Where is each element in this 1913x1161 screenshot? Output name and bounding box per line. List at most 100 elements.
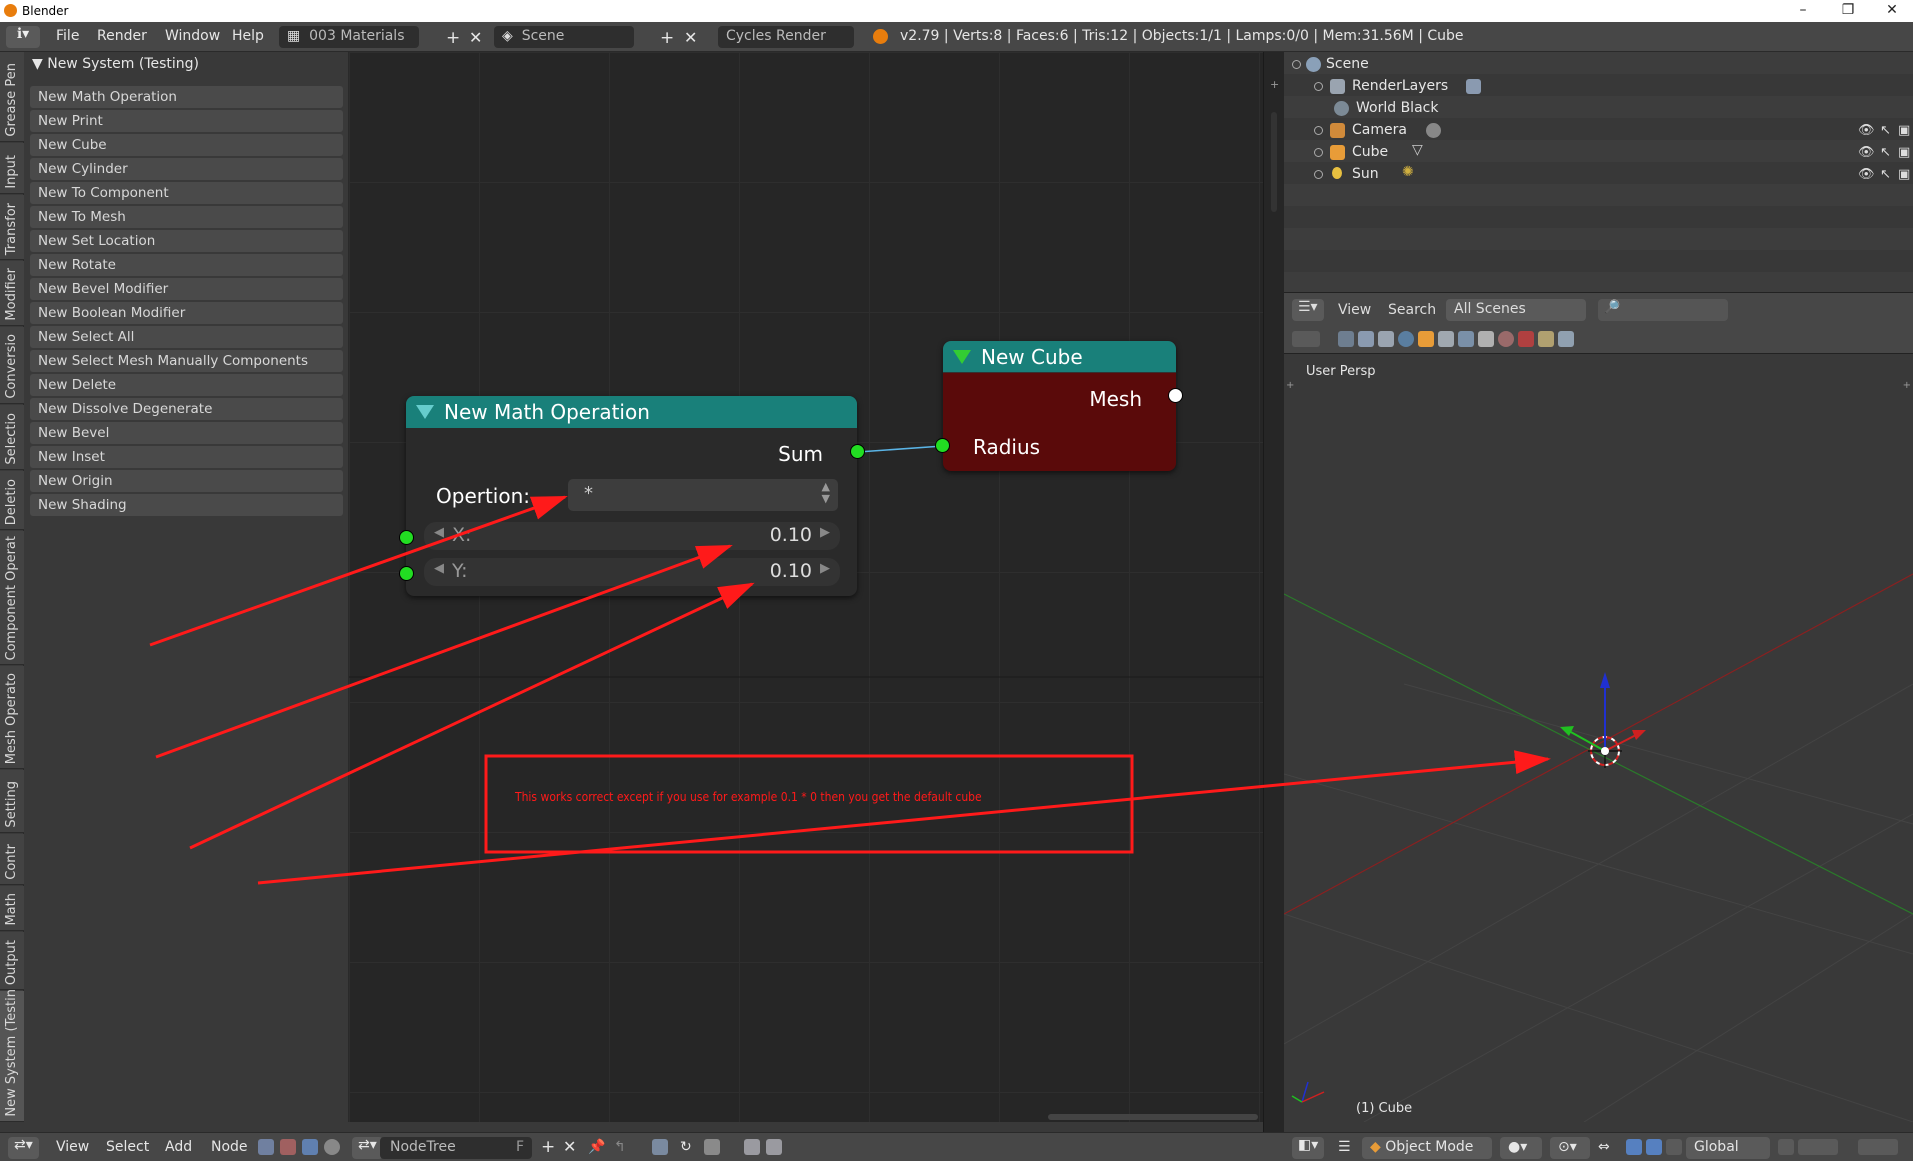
cube-node-header[interactable]: New Cube: [943, 341, 1176, 373]
tool-button[interactable]: New Math Operation: [30, 86, 343, 108]
snap-icon[interactable]: [704, 1139, 720, 1155]
outliner-display-mode[interactable]: All Scenes: [1446, 299, 1586, 321]
layer-grid-icon[interactable]: [1798, 1139, 1838, 1155]
layers-icon[interactable]: [1778, 1139, 1794, 1155]
interaction-mode-selector[interactable]: ◆ Object Mode: [1362, 1137, 1492, 1159]
editor-type-outliner-icon[interactable]: ☰▾: [1292, 299, 1324, 321]
node-tree-name-field[interactable]: NodeTree F: [380, 1137, 532, 1159]
scene-selector[interactable]: ◈ Scene: [494, 26, 634, 48]
node-menu-add[interactable]: Add: [165, 1139, 192, 1155]
render-camera-icon[interactable]: ▣: [1898, 167, 1910, 182]
custom-nodes-icon[interactable]: [324, 1139, 340, 1155]
y-input-socket[interactable]: [399, 566, 414, 581]
node-menu-select[interactable]: Select: [106, 1139, 149, 1155]
new-node-tree-icon[interactable]: +: [541, 1137, 555, 1157]
backdrop-icon[interactable]: [652, 1139, 668, 1155]
menu-window[interactable]: Window: [165, 28, 220, 44]
go-to-parent-icon[interactable]: ↰: [614, 1139, 626, 1155]
tool-button[interactable]: New To Component: [30, 182, 343, 204]
pivot-point-selector[interactable]: ⊙▾: [1550, 1137, 1590, 1159]
eye-icon[interactable]: 👁: [1858, 167, 1875, 182]
tab-deletion[interactable]: Deletio: [0, 471, 24, 530]
tab-input[interactable]: Input: [0, 143, 24, 194]
editor-type-info-icon[interactable]: ℹ▾: [6, 26, 40, 48]
texture-nodes-icon[interactable]: [280, 1139, 296, 1155]
menu-help[interactable]: Help: [232, 28, 264, 44]
tab-mesh-operators[interactable]: Mesh Operato: [0, 666, 24, 769]
expand-icon[interactable]: [1292, 60, 1301, 69]
editor-type-properties-icon[interactable]: [1292, 331, 1320, 347]
constraints-tab-icon[interactable]: [1438, 331, 1454, 347]
screen-layout-selector[interactable]: ▦ 003 Materials: [279, 26, 419, 48]
x-value-field[interactable]: ◀ X: 0.10 ▶: [424, 522, 840, 550]
editor-type-3d-view-icon[interactable]: ◧▾: [1292, 1137, 1325, 1159]
menu-render[interactable]: Render: [97, 28, 147, 44]
render-tab-icon[interactable]: [1338, 331, 1354, 347]
select-arrow-icon[interactable]: ↖: [1880, 145, 1891, 160]
outliner-row-world[interactable]: World Black: [1284, 98, 1913, 120]
paste-nodes-icon[interactable]: [766, 1139, 782, 1155]
panel-header[interactable]: ▼ New System (Testing): [32, 56, 199, 72]
tool-button[interactable]: New Bevel: [30, 422, 343, 444]
outliner-search-field[interactable]: 🔎: [1598, 299, 1728, 321]
tool-button[interactable]: New To Mesh: [30, 206, 343, 228]
scale-manipulator-icon[interactable]: [1666, 1139, 1682, 1155]
add-screen-icon[interactable]: +: [446, 28, 460, 48]
tool-button[interactable]: New Bevel Modifier: [30, 278, 343, 300]
y-value-field[interactable]: ◀ Y: 0.10 ▶: [424, 558, 840, 586]
physics-tab-icon[interactable]: [1558, 331, 1574, 347]
pin-icon[interactable]: 📌: [588, 1139, 605, 1155]
particles-tab-icon[interactable]: [1538, 331, 1554, 347]
expand-icon[interactable]: [1314, 170, 1323, 179]
increment-arrow-icon[interactable]: ▶: [820, 561, 830, 576]
tab-output[interactable]: Output: [0, 932, 24, 990]
decrement-arrow-icon[interactable]: ◀: [434, 561, 444, 576]
tool-button[interactable]: New Cylinder: [30, 158, 343, 180]
collapse-triangle-icon[interactable]: [416, 405, 434, 419]
render-camera-icon[interactable]: ▣: [1898, 145, 1910, 160]
transform-orientation-selector[interactable]: Global: [1686, 1137, 1770, 1159]
tool-button[interactable]: New Inset: [30, 446, 343, 468]
sidebar-toggle-icon[interactable]: +: [1270, 78, 1279, 91]
refresh-icon[interactable]: ↻: [680, 1139, 692, 1155]
material-tab-icon[interactable]: [1498, 331, 1514, 347]
math-node-header[interactable]: New Math Operation: [406, 396, 857, 428]
tab-math[interactable]: Math: [0, 886, 24, 931]
outliner-row-cube[interactable]: Cube ▽ 👁 ↖ ▣: [1284, 142, 1913, 164]
node-menu-node[interactable]: Node: [211, 1139, 248, 1155]
vertical-scrollbar[interactable]: [1271, 112, 1277, 212]
rotate-manipulator-icon[interactable]: [1646, 1139, 1662, 1155]
increment-arrow-icon[interactable]: ▶: [820, 525, 830, 540]
copy-nodes-icon[interactable]: [744, 1139, 760, 1155]
viewport-menu-icon[interactable]: ☰: [1338, 1139, 1351, 1155]
3d-viewport[interactable]: User Persp + + (1) Cube: [1284, 354, 1913, 1122]
render-engine-selector[interactable]: Cycles Render: [718, 26, 854, 48]
scene-tab-icon[interactable]: [1378, 331, 1394, 347]
tab-transform[interactable]: Transfor: [0, 195, 24, 260]
x-input-socket[interactable]: [399, 530, 414, 545]
tab-component-operators[interactable]: Component Operat: [0, 531, 24, 665]
eye-icon[interactable]: 👁: [1858, 145, 1875, 160]
unlink-node-tree-icon[interactable]: ✕: [563, 1137, 576, 1156]
collapse-triangle-icon[interactable]: [953, 350, 971, 364]
maximize-button[interactable]: ❐: [1828, 2, 1868, 20]
cube-node[interactable]: New Cube Mesh Radius: [943, 341, 1176, 471]
operation-dropdown[interactable]: * ▲ ▼: [568, 479, 838, 511]
render-layers-tab-icon[interactable]: [1358, 331, 1374, 347]
world-tab-icon[interactable]: [1398, 331, 1414, 347]
layer-grid-icon[interactable]: [1858, 1139, 1898, 1155]
tool-button[interactable]: New Cube: [30, 134, 343, 156]
tool-button[interactable]: New Print: [30, 110, 343, 132]
sum-output-socket[interactable]: [850, 444, 865, 459]
texture-tab-icon[interactable]: [1518, 331, 1534, 347]
node-tree-browse-icon[interactable]: ⇄▾: [352, 1137, 383, 1159]
outliner-row-sun[interactable]: Sun ✺ 👁 ↖ ▣: [1284, 164, 1913, 186]
remove-scene-icon[interactable]: ✕: [684, 28, 697, 47]
object-tab-icon[interactable]: [1418, 331, 1434, 347]
tool-button[interactable]: New Select Mesh Manually Components: [30, 350, 343, 372]
menu-file[interactable]: File: [56, 28, 79, 44]
minimize-button[interactable]: –: [1783, 2, 1823, 20]
tab-selection[interactable]: Selectio: [0, 405, 24, 470]
tool-button[interactable]: New Set Location: [30, 230, 343, 252]
tool-button[interactable]: New Dissolve Degenerate: [30, 398, 343, 420]
